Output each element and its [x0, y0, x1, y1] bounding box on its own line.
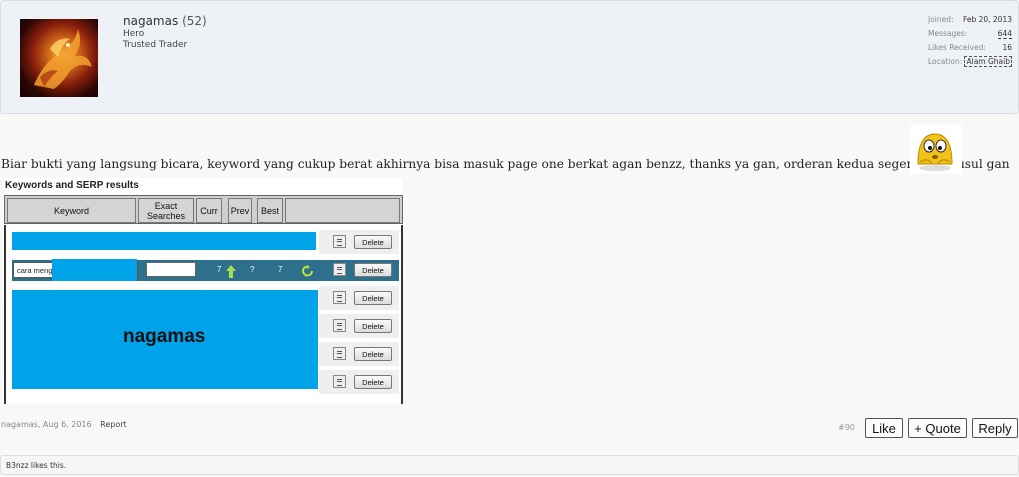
col-best[interactable]: Best	[257, 198, 283, 223]
stat-label: Joined:	[928, 15, 954, 24]
highlighted-keyword-row: cara meng 7 ? 7 Delete	[12, 259, 399, 282]
menu-icon[interactable]	[333, 319, 346, 332]
likes-summary: B3nzz likes this.	[0, 455, 1019, 475]
post-message: Biar bukti yang langsung bicara, keyword…	[1, 157, 1010, 171]
serp-table-body: Delete cara meng 7 ? 7 Delete nagamas De…	[4, 225, 403, 404]
user-post-count: (52)	[182, 14, 207, 28]
col-keyword[interactable]: Keyword	[7, 198, 136, 223]
col-curr[interactable]: Curr	[196, 198, 222, 223]
watermark-text: nagamas	[123, 326, 206, 347]
post-meta: nagamas, Aug 6, 2016 Report	[1, 420, 127, 429]
col-prev[interactable]: Prev	[228, 198, 252, 223]
prev-rank: ?	[250, 265, 255, 274]
delete-button[interactable]: Delete	[354, 263, 392, 277]
stat-location: Location: Alam Ghaib	[928, 56, 1012, 71]
likes-text[interactable]: B3nzz likes this.	[6, 461, 66, 470]
stat-value: Feb 20, 2013	[962, 15, 1012, 24]
menu-icon[interactable]	[333, 375, 346, 388]
redacted-keyword	[52, 259, 137, 281]
col-exact-searches[interactable]: Exact Searches	[138, 198, 194, 223]
exact-searches-field[interactable]	[146, 262, 196, 277]
serp-results-image: Keywords and SERP results Keyword Exact …	[3, 178, 403, 404]
menu-icon[interactable]	[333, 347, 346, 360]
user-title: Hero	[123, 29, 145, 39]
username-text[interactable]: nagamas	[123, 14, 178, 28]
delete-button[interactable]: Delete	[354, 319, 392, 333]
menu-icon[interactable]	[333, 263, 346, 276]
stat-value: 16	[1002, 43, 1012, 52]
redacted-row	[12, 232, 316, 250]
refresh-icon[interactable]	[302, 263, 314, 282]
col-actions	[285, 198, 400, 223]
like-button[interactable]: Like	[865, 418, 903, 438]
delete-button[interactable]: Delete	[354, 291, 392, 305]
post-number[interactable]: #90	[838, 423, 855, 432]
dragon-avatar-graphic	[34, 29, 92, 89]
delete-button[interactable]: Delete	[354, 375, 392, 389]
stat-messages: Messages: 644	[928, 29, 1012, 43]
menu-icon[interactable]	[333, 291, 346, 304]
post-author-date[interactable]: nagamas, Aug 6, 2016	[1, 420, 92, 429]
stat-likes: Likes Received: 16	[928, 43, 1012, 57]
reply-button[interactable]: Reply	[972, 418, 1018, 438]
delete-button[interactable]: Delete	[354, 235, 392, 249]
user-badge: Trusted Trader	[123, 40, 188, 50]
smiley-icon	[910, 124, 962, 174]
best-rank: 7	[278, 265, 283, 274]
stat-joined: Joined: Feb 20, 2013	[928, 15, 1012, 29]
menu-icon[interactable]	[333, 235, 346, 248]
serp-table-header: Keyword Exact Searches Curr Prev Best	[4, 195, 403, 224]
stat-value-link[interactable]: Alam Ghaib	[964, 56, 1012, 67]
quote-button[interactable]: + Quote	[908, 418, 967, 438]
stat-label: Likes Received:	[928, 43, 986, 52]
user-info-panel: nagamas (52) Hero Trusted Trader Joined:…	[0, 0, 1019, 114]
rank-up-arrow-icon	[226, 263, 236, 282]
serp-title: Keywords and SERP results	[5, 180, 139, 191]
stat-label: Location:	[928, 57, 963, 66]
report-link[interactable]: Report	[100, 420, 127, 429]
curr-rank: 7	[217, 265, 222, 274]
stat-value-link[interactable]: 644	[997, 29, 1012, 39]
delete-button[interactable]: Delete	[354, 347, 392, 361]
username[interactable]: nagamas (52)	[123, 14, 207, 28]
stat-label: Messages:	[928, 29, 968, 38]
user-avatar[interactable]	[20, 19, 98, 97]
user-stats: Joined: Feb 20, 2013 Messages: 644 Likes…	[928, 15, 1012, 71]
